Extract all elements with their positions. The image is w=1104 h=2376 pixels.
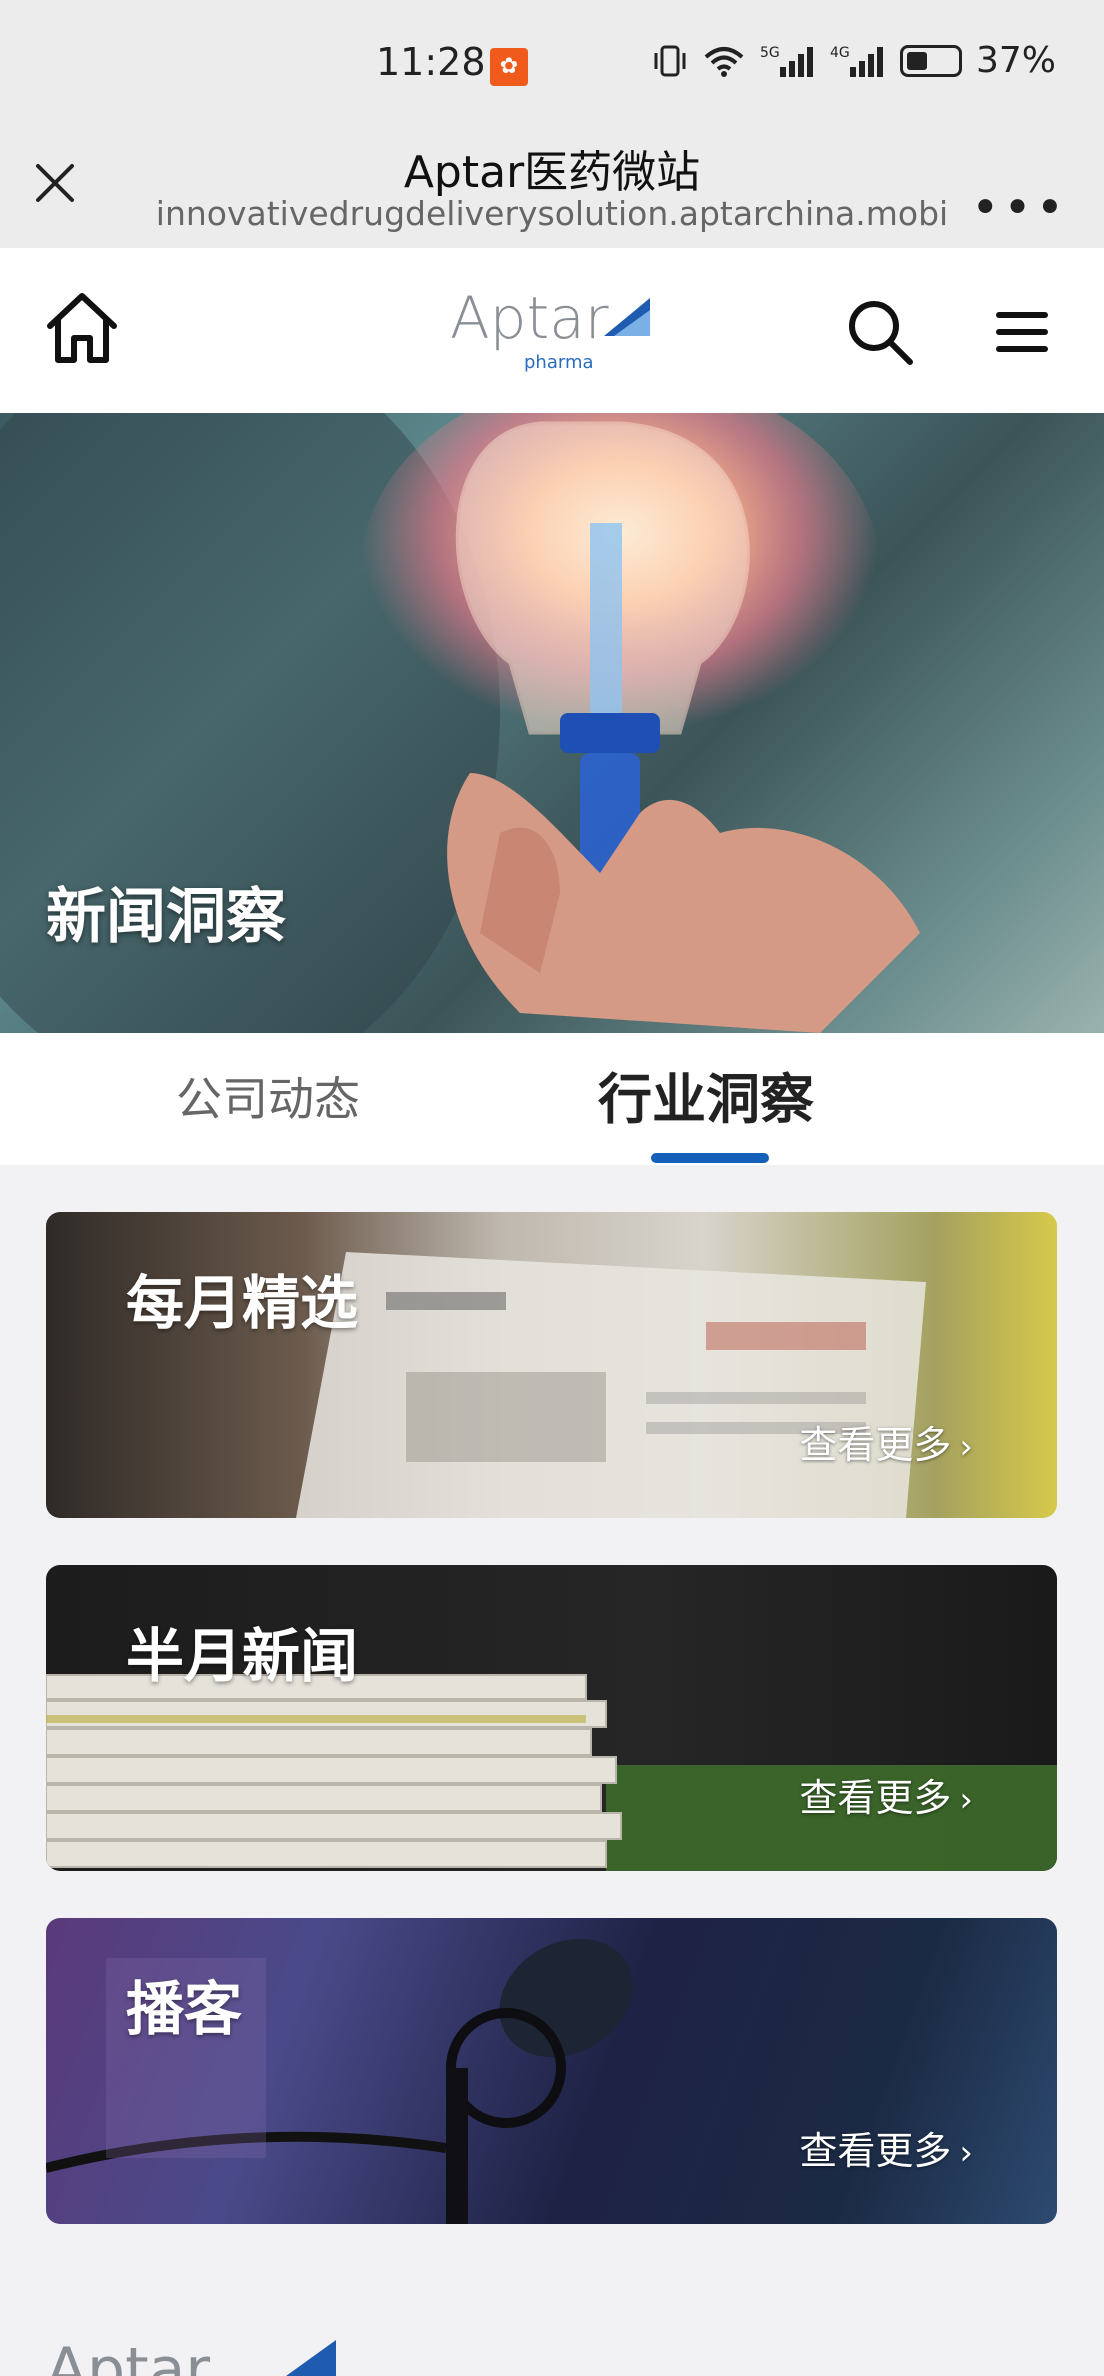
card-podcast[interactable]: 播客 查看更多 › xyxy=(46,1918,1057,2224)
browser-toolbar: Aptar医药微站 innovativedrugdeliverysolution… xyxy=(0,130,1104,248)
page-title: Aptar医药微站 xyxy=(403,147,701,198)
logo-mark-icon xyxy=(604,298,650,336)
home-icon[interactable] xyxy=(44,288,120,368)
battery-level: 37% xyxy=(975,40,1056,81)
menu-icon[interactable] xyxy=(994,310,1050,354)
page-url: innovativedrugdeliverysolution.aptarchin… xyxy=(155,194,949,233)
logo-wordmark: Aptar xyxy=(450,284,609,352)
tab-company-news[interactable]: 公司动态 xyxy=(176,1063,360,1129)
see-more-link[interactable]: 查看更多 › xyxy=(799,1767,973,1822)
hero-banner: 新闻洞察 xyxy=(0,413,1104,1033)
site-header: Aptar pharma xyxy=(0,248,1104,413)
signal-4g-icon: 4G xyxy=(830,45,883,77)
see-more-label: 查看更多 xyxy=(799,1423,952,1467)
card-title: 每月精选 xyxy=(126,1269,359,1337)
signal-5g-icon: 5G xyxy=(760,45,813,77)
svg-text:Aptar: Aptar xyxy=(46,2340,210,2376)
see-more-link[interactable]: 查看更多 › xyxy=(799,2120,973,2175)
hero-title: 新闻洞察 xyxy=(46,882,286,952)
see-more-label: 查看更多 xyxy=(799,1776,952,1820)
active-tab-indicator xyxy=(651,1153,769,1163)
tab-industry-insight[interactable]: 行业洞察 xyxy=(598,1055,814,1134)
chevron-right-icon: › xyxy=(959,1780,973,1820)
more-options-button[interactable]: ••• xyxy=(971,180,1068,236)
wifi-icon xyxy=(704,46,744,77)
chevron-right-icon: › xyxy=(959,1427,973,1467)
card-title: 半月新闻 xyxy=(126,1622,359,1690)
logo-subtitle: pharma xyxy=(524,352,594,373)
card-monthly-picks[interactable]: 每月精选 查看更多 › xyxy=(46,1212,1057,1518)
status-bar: 11:28 ✿ 5G 4G 37% xyxy=(0,0,1104,130)
status-indicators: 5G 4G 37% xyxy=(652,40,1056,81)
footer-logo-icon: Aptar xyxy=(46,2340,336,2376)
see-more-link[interactable]: 查看更多 › xyxy=(799,1414,973,1469)
network-5g-label: 5G xyxy=(760,45,780,61)
aptar-logo[interactable]: Aptar pharma xyxy=(450,284,660,374)
chevron-right-icon: › xyxy=(959,2133,973,2173)
network-4g-label: 4G xyxy=(830,45,850,61)
battery-icon xyxy=(899,44,962,77)
card-biweekly-news[interactable]: 半月新闻 查看更多 › xyxy=(46,1565,1057,1871)
vibrate-icon xyxy=(654,45,686,76)
status-time: 11:28 xyxy=(376,40,486,84)
search-icon[interactable] xyxy=(846,298,914,366)
card-title: 播客 xyxy=(126,1975,243,2043)
category-tabs: 公司动态 行业洞察 xyxy=(0,1033,1104,1165)
app-notification-icon: ✿ xyxy=(490,48,528,86)
see-more-label: 查看更多 xyxy=(799,2129,952,2173)
